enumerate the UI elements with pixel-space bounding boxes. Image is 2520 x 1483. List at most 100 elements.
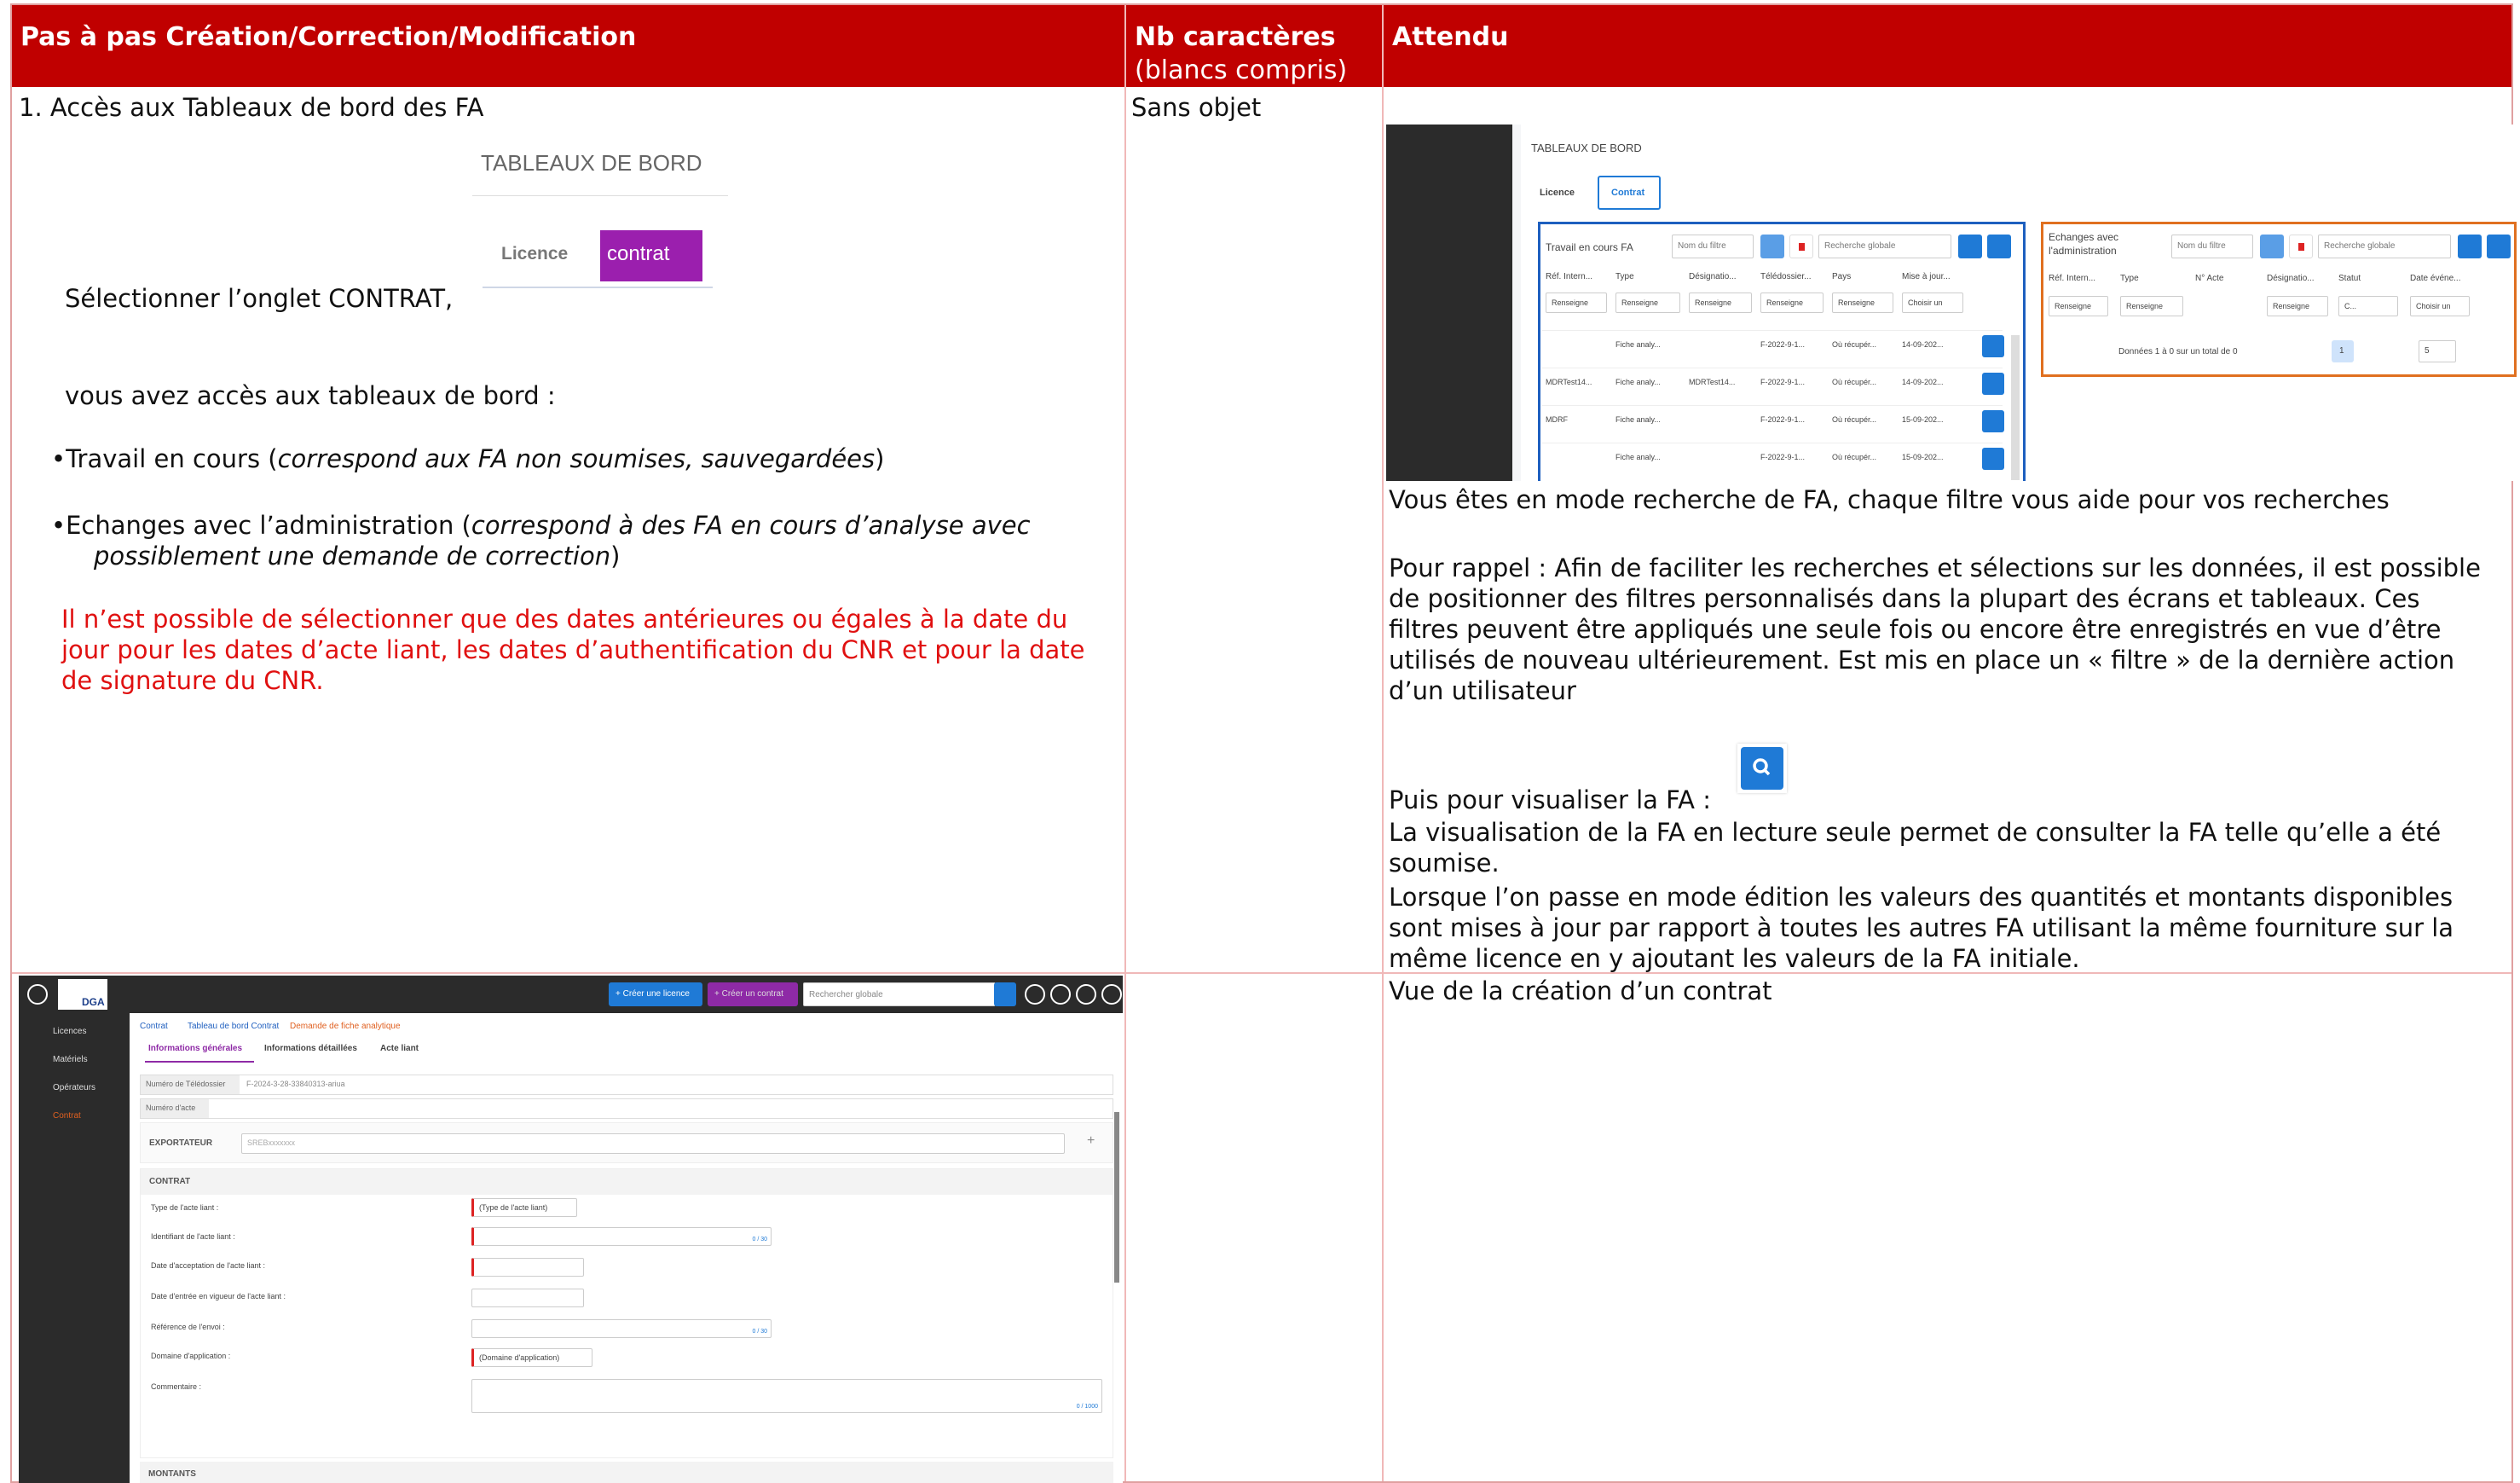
domaine-select[interactable]: (Domaine d'application) xyxy=(471,1348,592,1367)
sidebar-item[interactable]: Matériels xyxy=(53,1055,88,1064)
column-filter[interactable]: Renseigne xyxy=(1689,293,1752,313)
settings-icon[interactable] xyxy=(1101,984,1122,1005)
column-header[interactable]: Mise à jour... xyxy=(1902,272,1951,281)
breadcrumb-item[interactable]: Contrat xyxy=(140,1022,168,1031)
tab-contrat[interactable]: Contrat xyxy=(1598,176,1661,210)
table-cell: F-2022-9-1... xyxy=(1760,378,1806,386)
sidebar-item[interactable]: Licences xyxy=(53,1027,86,1036)
save-filter-button[interactable] xyxy=(1760,235,1784,258)
commentaire-input[interactable]: 0 / 1000 xyxy=(471,1379,1102,1413)
column-header[interactable]: Réf. Intern... xyxy=(2049,274,2095,283)
column-filter[interactable]: Renseigne xyxy=(2049,296,2108,316)
column-header[interactable]: Type xyxy=(2120,274,2139,283)
contrat-section: CONTRAT Type de l'acte liant : Identifian… xyxy=(140,1168,1113,1458)
column-filter[interactable]: Choisir un xyxy=(1902,293,1963,313)
info-icon[interactable] xyxy=(1025,984,1045,1005)
column-header[interactable]: Statut xyxy=(2338,274,2361,283)
table-cell: MDRTest14... xyxy=(1546,378,1592,386)
table-cell: Où récupér... xyxy=(1832,340,1877,349)
breadcrumb-item[interactable]: Demande de fiche analytique xyxy=(290,1022,401,1031)
view-fa-button[interactable] xyxy=(1982,335,2004,357)
rappel-line: de positionner des filtres personnalisés… xyxy=(1389,584,2420,613)
view-fa-button[interactable] xyxy=(1982,410,2004,432)
create-licence-button[interactable]: + Créer une licence xyxy=(609,982,702,1006)
column-filter[interactable]: Renseigne xyxy=(1832,293,1893,313)
export-button[interactable] xyxy=(2458,235,2482,258)
save-filter-button[interactable] xyxy=(2260,235,2284,258)
search-button[interactable] xyxy=(994,982,1016,1006)
filter-name-input[interactable]: Nom du filtre xyxy=(2171,235,2253,258)
bullet-echanges: •Echanges avec l’administration (corresp… xyxy=(51,511,1031,540)
column-filter[interactable]: Renseigne xyxy=(1546,293,1607,313)
column-header[interactable]: Réf. Intern... xyxy=(1546,272,1592,281)
num-acte-row: Numéro d'acte xyxy=(140,1098,1113,1119)
scrollbar[interactable] xyxy=(2011,335,2020,480)
column-header[interactable]: Date événe... xyxy=(2410,274,2460,283)
expand-button[interactable] xyxy=(1987,235,2011,258)
creation-screenshot: DGA + Créer une licence + Créer un contr… xyxy=(19,976,1123,1483)
view-fa-button[interactable] xyxy=(1982,448,2004,470)
lecture-line: sont mises à jour par rapport à toutes l… xyxy=(1389,913,2454,942)
column-header[interactable]: Télédossier... xyxy=(1760,272,1811,281)
user-icon[interactable] xyxy=(1076,984,1096,1005)
table-cell: Où récupér... xyxy=(1832,378,1877,386)
global-search-input[interactable]: Rechercher globale xyxy=(803,982,996,1006)
date-vigueur-input[interactable] xyxy=(471,1289,584,1307)
column-header[interactable]: Type xyxy=(1615,272,1634,281)
sidebar-item[interactable]: Contrat xyxy=(53,1111,81,1121)
tab[interactable]: Acte liant xyxy=(380,1044,419,1053)
lecture-line: même licence en y ajoutant les valeurs d… xyxy=(1389,944,2080,973)
bell-icon[interactable] xyxy=(1050,984,1071,1005)
global-search-input[interactable]: Recherche globale xyxy=(2318,235,2451,258)
global-search-input[interactable]: Recherche globale xyxy=(1818,235,1951,258)
create-contrat-button[interactable]: + Créer un contrat xyxy=(708,982,798,1006)
field-label: Référence de l'envoi : xyxy=(151,1323,225,1331)
tab[interactable]: Informations générales xyxy=(148,1044,242,1053)
sidebar-item[interactable]: Opérateurs xyxy=(53,1083,95,1092)
column-filter[interactable]: Choisir un xyxy=(2410,296,2470,316)
rappel-line: d’un utilisateur xyxy=(1389,676,1576,705)
warning-line: jour pour les dates d’acte liant, les da… xyxy=(61,635,1085,664)
page-button[interactable]: 1 xyxy=(2332,340,2354,362)
date-acceptation-input[interactable] xyxy=(471,1258,584,1277)
column-filter[interactable]: Renseigne xyxy=(2120,296,2183,316)
num-tele-row: Numéro de Télédossier F-2024-3-28-338403… xyxy=(140,1075,1113,1095)
tab-licence[interactable]: Licence xyxy=(1540,188,1575,198)
column-header[interactable]: Désignatio... xyxy=(1689,272,1737,281)
column-filter[interactable]: Renseigne xyxy=(1615,293,1680,313)
column-header[interactable]: N° Acte xyxy=(2195,274,2223,283)
access-text: vous avez accès aux tableaux de bord : xyxy=(65,381,556,410)
filter-name-input[interactable]: Nom du filtre xyxy=(1672,235,1754,258)
column-header[interactable]: Pays xyxy=(1832,272,1851,281)
bullet-echanges-2: possiblement une demande de correction) xyxy=(94,542,621,571)
bullet-travail: •Travail en cours (correspond aux FA non… xyxy=(51,444,885,473)
scrollbar[interactable] xyxy=(1114,1112,1119,1283)
column-filter[interactable]: Renseigne xyxy=(1760,293,1824,313)
delete-filter-button[interactable] xyxy=(2289,235,2313,258)
field-label: Type de l'acte liant : xyxy=(151,1203,219,1212)
table-cell: MDRTest14... xyxy=(1689,378,1736,386)
column-filter[interactable]: C... xyxy=(2338,296,2398,316)
delete-filter-button[interactable] xyxy=(1789,235,1813,258)
type-select[interactable]: (Type de l'acte liant) xyxy=(471,1198,577,1217)
table-cell: 14-09-202... xyxy=(1902,340,1944,349)
view-fa-button[interactable] xyxy=(1982,373,2004,395)
creation-view-text: Vue de la création d’un contrat xyxy=(1389,976,1772,1005)
header-nb: Nb caractères (blancs compris) xyxy=(1124,5,1382,87)
column-header[interactable]: Désignatio... xyxy=(2267,274,2315,283)
reference-input[interactable]: 0 / 30 xyxy=(471,1319,772,1338)
select-tab-text: Sélectionner l’onglet CONTRAT, xyxy=(65,284,454,313)
export-button[interactable] xyxy=(1958,235,1982,258)
breadcrumb-item[interactable]: Tableau de bord Contrat xyxy=(188,1022,279,1031)
dashboard-title: TABLEAUX DE BORD xyxy=(1531,142,1642,154)
col-divider xyxy=(1124,87,1126,1481)
field-label: Date d'acceptation de l'acte liant : xyxy=(151,1261,266,1270)
identifiant-input[interactable]: 0 / 30 xyxy=(471,1227,772,1246)
lecture-line: soumise. xyxy=(1389,849,1500,878)
column-filter[interactable]: Renseigne xyxy=(2267,296,2328,316)
tab[interactable]: Informations détaillées xyxy=(264,1044,357,1053)
expand-button[interactable] xyxy=(2487,235,2511,258)
page-size-select[interactable]: 5 xyxy=(2419,340,2456,362)
table-cell: Fiche analy... xyxy=(1615,415,1661,424)
back-icon[interactable] xyxy=(27,984,48,1005)
